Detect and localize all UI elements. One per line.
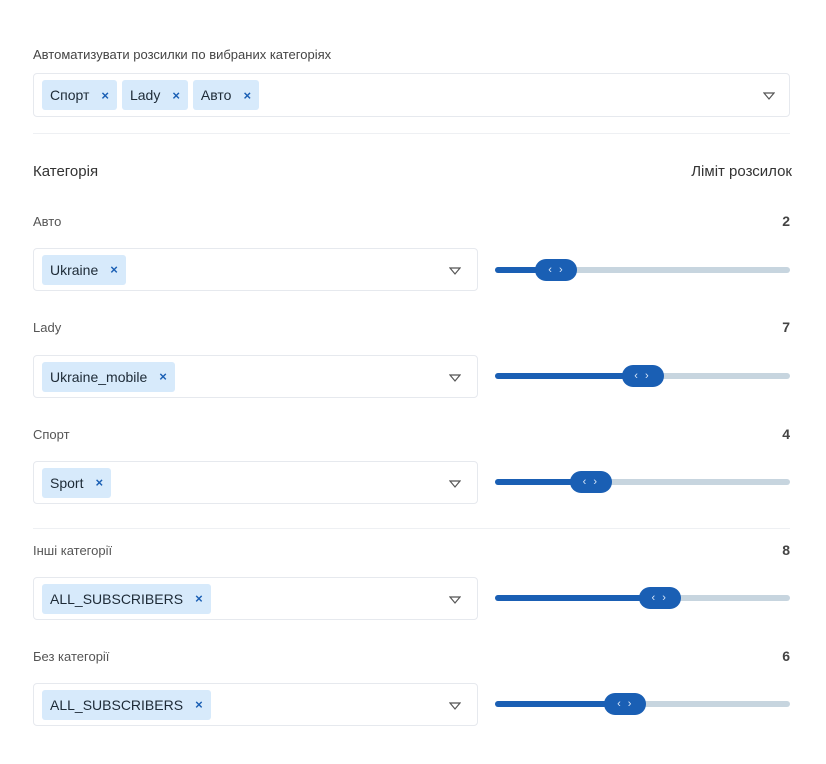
category-name: Lady (33, 320, 62, 335)
remove-chip-icon[interactable]: × (159, 370, 167, 383)
segment-chip: Sport × (42, 467, 112, 498)
remove-chip-icon[interactable]: × (195, 698, 203, 711)
slider-fill (495, 595, 660, 601)
category-name: Без категорії (33, 649, 110, 664)
segment-chip: ALL_SUBSCRIBERS × (42, 689, 211, 720)
limit-slider[interactable]: ‹ › (495, 692, 790, 716)
chip-label: Спорт (50, 87, 90, 103)
category-name: Авто (33, 214, 62, 229)
remove-chip-icon[interactable]: × (195, 592, 203, 605)
remove-chip-icon[interactable]: × (95, 476, 103, 489)
chip-label: ALL_SUBSCRIBERS (50, 590, 184, 607)
slider-thumb[interactable]: ‹ › (638, 587, 681, 609)
chip-avto: Авто × (192, 80, 260, 110)
chip-label: Lady (129, 87, 161, 103)
segment-select[interactable]: ALL_SUBSCRIBERS × (33, 577, 478, 620)
segment-select[interactable]: Sport × (33, 461, 478, 504)
chip-lady: Lady × (121, 80, 188, 110)
chip-label: ALL_SUBSCRIBERS (50, 696, 184, 713)
chip-label: Авто (200, 87, 232, 103)
chip-label: Ukraine_mobile (50, 368, 148, 385)
slider-thumb[interactable]: ‹ › (569, 471, 612, 493)
auto-categories-label: Автоматизувати розсилки по вибраних кате… (33, 47, 332, 62)
category-column-header: Категорія (33, 163, 99, 180)
divider (33, 528, 790, 529)
chip-label: Sport (50, 474, 84, 491)
slider-thumb[interactable]: ‹ › (604, 693, 647, 715)
segment-select[interactable]: ALL_SUBSCRIBERS × (33, 683, 478, 726)
category-limit-value: 7 (782, 319, 790, 335)
remove-chip-icon[interactable]: × (172, 89, 180, 102)
segment-select[interactable]: Ukraine_mobile × (33, 355, 478, 398)
category-name: Інші категорії (33, 543, 113, 558)
remove-chip-icon[interactable]: × (101, 89, 109, 102)
segment-chip: Ukraine × (42, 254, 126, 285)
slider-thumb[interactable]: ‹ › (535, 259, 578, 281)
limit-slider[interactable]: ‹ › (495, 364, 790, 388)
remove-chip-icon[interactable]: × (110, 263, 118, 276)
category-limit-value: 2 (782, 213, 790, 229)
slider-thumb[interactable]: ‹ › (621, 365, 664, 387)
category-limit-value: 8 (782, 542, 790, 558)
category-name: Спорт (33, 427, 70, 442)
chip-label: Ukraine (50, 261, 99, 278)
limit-slider[interactable]: ‹ › (495, 586, 790, 610)
slider-fill (495, 373, 643, 379)
limit-slider[interactable]: ‹ › (495, 258, 790, 282)
limit-column-header: Ліміт розсилок (691, 163, 792, 180)
segment-chip: ALL_SUBSCRIBERS × (42, 583, 211, 614)
remove-chip-icon[interactable]: × (243, 89, 251, 102)
category-limit-value: 6 (782, 648, 790, 664)
segment-chip: Ukraine_mobile × (42, 361, 175, 392)
chip-sport: Спорт × (42, 80, 117, 110)
limit-slider[interactable]: ‹ › (495, 470, 790, 494)
segment-select[interactable]: Ukraine × (33, 248, 478, 291)
divider (33, 133, 790, 134)
category-limit-value: 4 (782, 426, 790, 442)
auto-categories-select[interactable]: Спорт × Lady × Авто × (33, 73, 790, 117)
